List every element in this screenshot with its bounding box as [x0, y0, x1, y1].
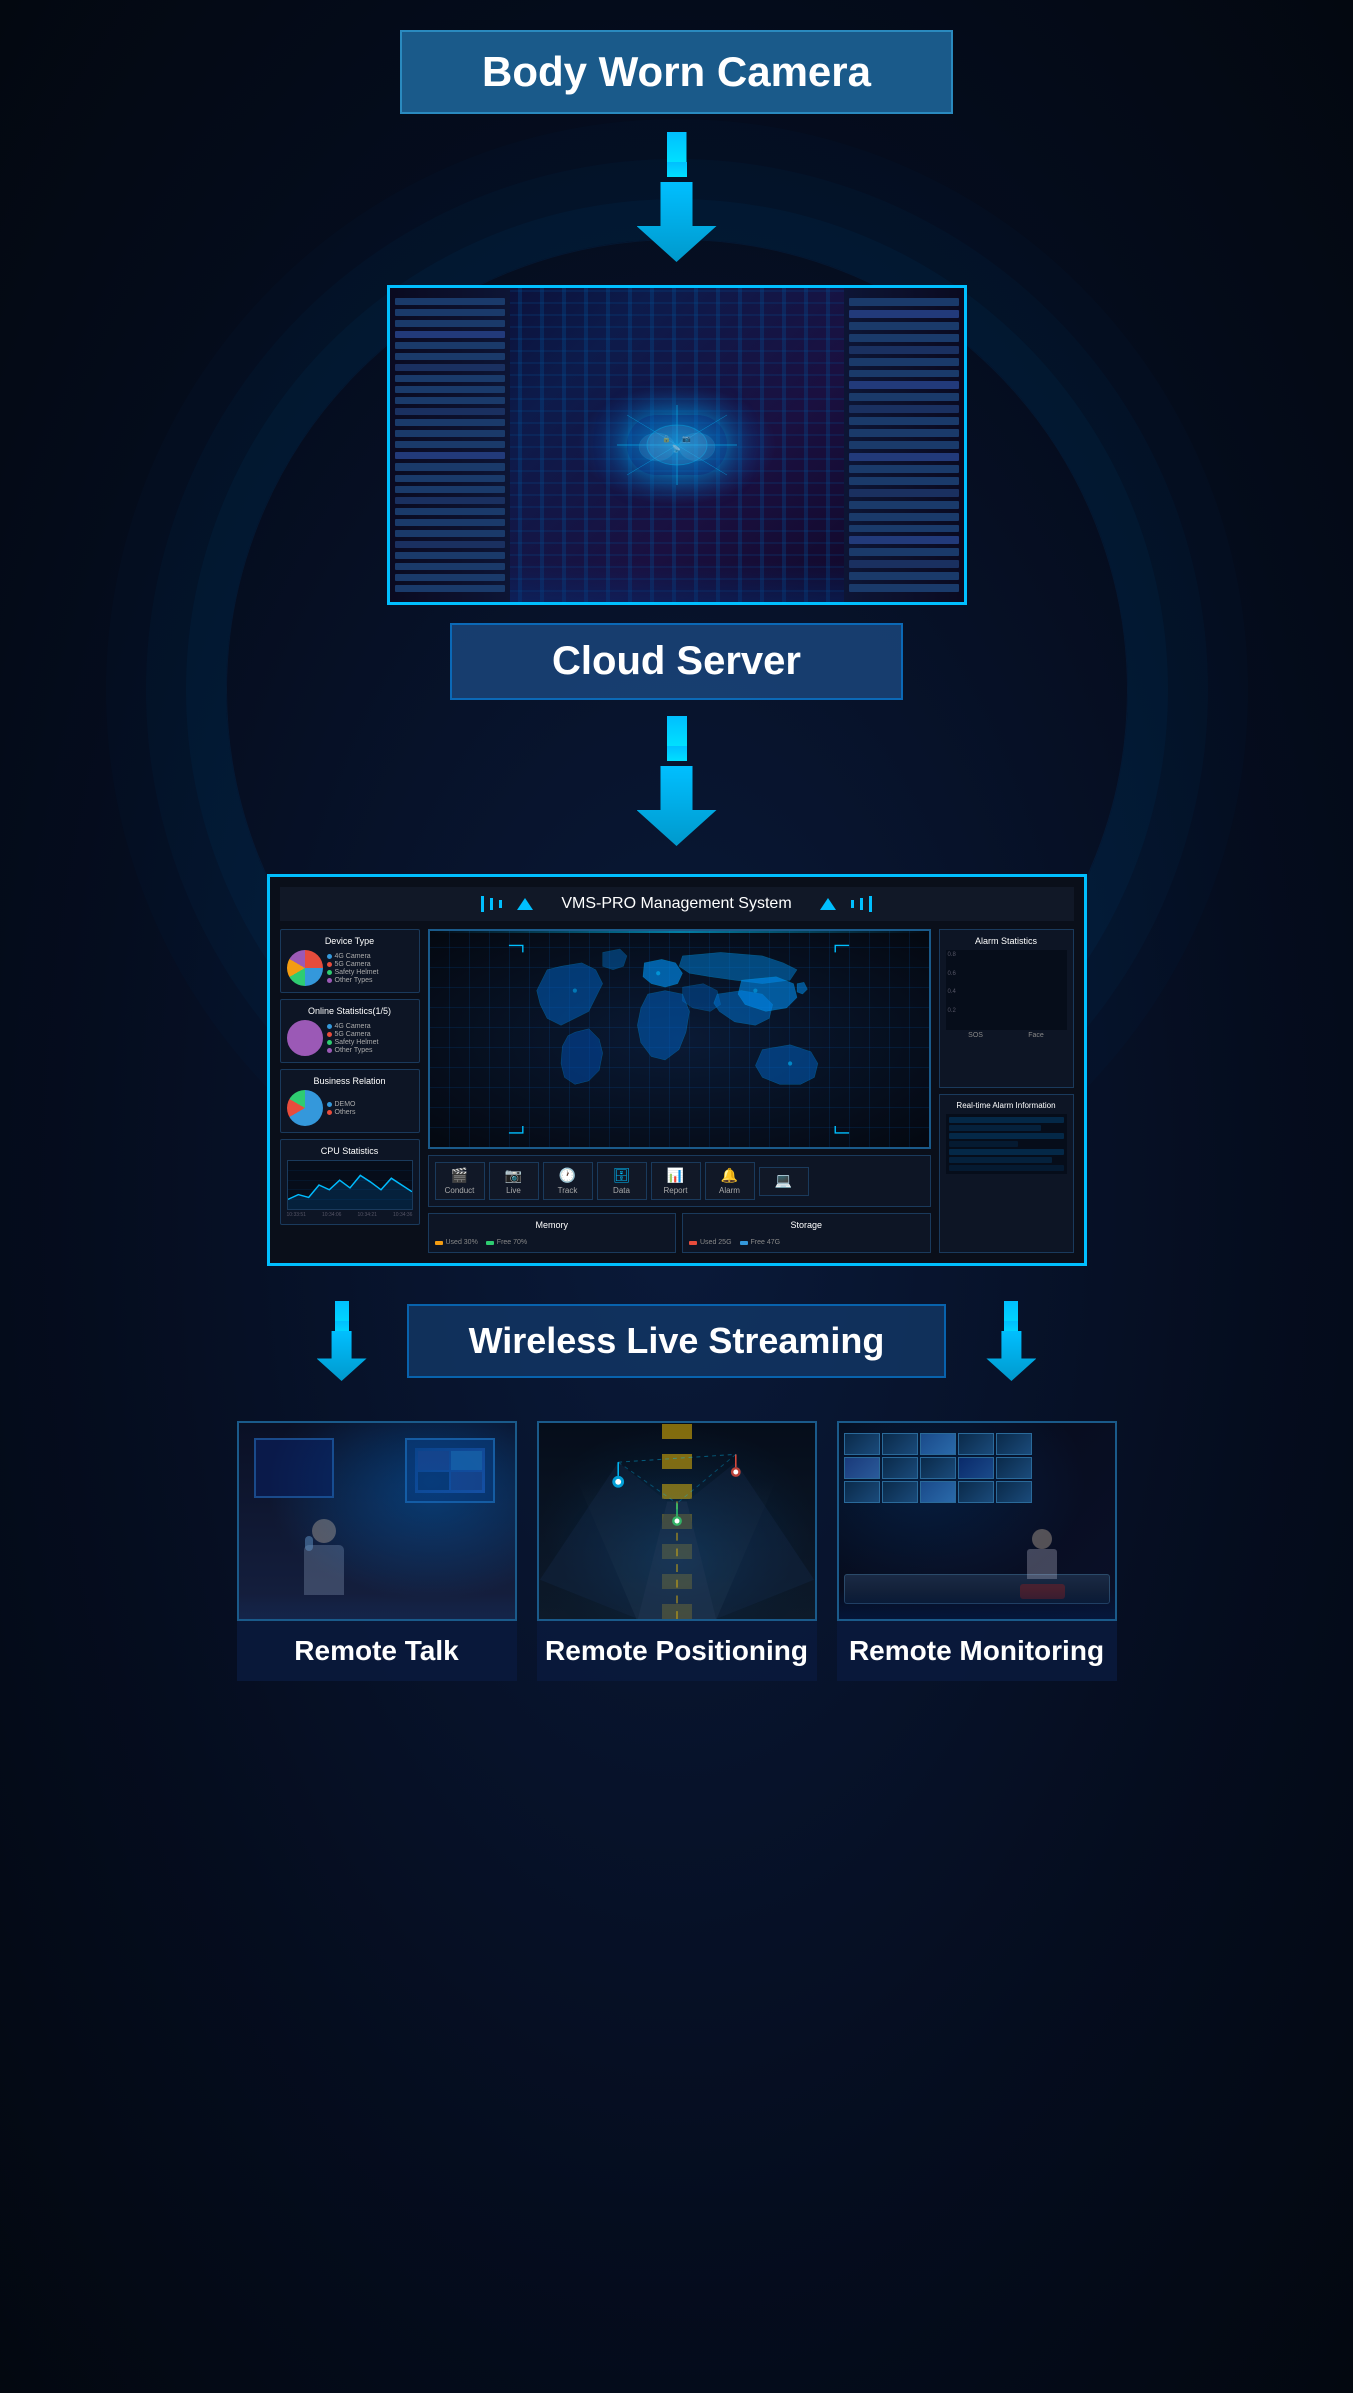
storage-free-legend: Free 47G: [740, 1239, 781, 1246]
vms-header: VMS-PRO Management System: [280, 887, 1074, 921]
cpu-statistics-title: CPU Statistics: [287, 1146, 413, 1156]
monitor-button[interactable]: 💻: [759, 1167, 809, 1196]
remote-positioning-label-box: Remote Positioning: [537, 1621, 817, 1681]
remote-positioning-card: Remote Positioning: [537, 1421, 817, 1681]
data-icon: 🗄: [613, 1167, 631, 1184]
cloud-server-label: Cloud Server: [552, 639, 801, 683]
alarm-labels: SOS Face: [946, 1032, 1067, 1039]
storage-title: Storage: [689, 1220, 924, 1230]
live-icon: 📷: [505, 1167, 522, 1184]
device-type-title: Device Type: [287, 936, 413, 946]
memory-free-legend: Free 70%: [486, 1239, 527, 1246]
business-relation-panel: Business Relation DEMO Others: [280, 1069, 420, 1133]
server-image: 🔒 📡 📷: [387, 285, 967, 605]
online-statistics-pie: [287, 1020, 323, 1056]
device-type-panel: Device Type 4G Camera 5G Camera Safety H…: [280, 929, 420, 993]
realtime-alarm-content: [946, 1114, 1067, 1174]
business-relation-legend: DEMO Others: [327, 1101, 356, 1116]
arrow-down-2: [637, 716, 717, 851]
alarm-statistics-panel: Alarm Statistics 0.8 0.6 0.4 0.2: [939, 929, 1074, 1088]
storage-used-legend: Used 25G: [689, 1239, 732, 1246]
alarm-statistics-title: Alarm Statistics: [946, 936, 1067, 946]
report-icon: 📊: [667, 1167, 684, 1184]
bottom-cards: Remote Talk: [237, 1421, 1117, 1681]
data-button[interactable]: 🗄 Data: [597, 1162, 647, 1200]
conduct-label: Conduct: [445, 1186, 475, 1195]
remote-monitoring-label-box: Remote Monitoring: [837, 1621, 1117, 1681]
wireless-label-box: Wireless Live Streaming: [407, 1304, 947, 1378]
track-label: Track: [558, 1186, 578, 1195]
world-map: [428, 929, 931, 1149]
remote-monitoring-label: Remote Monitoring: [849, 1635, 1104, 1666]
device-type-legend: 4G Camera 5G Camera Safety Helmet Other …: [327, 953, 379, 984]
remote-talk-image: [237, 1421, 517, 1621]
vms-right-panel: Alarm Statistics 0.8 0.6 0.4 0.2: [939, 929, 1074, 1253]
vms-dashboard: VMS-PRO Management System Device Type: [267, 874, 1087, 1266]
report-label: Report: [663, 1186, 687, 1195]
cpu-statistics-panel: CPU Statistics: [280, 1139, 420, 1225]
vms-left-panel: Device Type 4G Camera 5G Camera Safety H…: [280, 929, 420, 1253]
business-relation-title: Business Relation: [287, 1076, 413, 1086]
memory-used-legend: Used 30%: [435, 1239, 478, 1246]
realtime-alarm-panel: Real-time Alarm Information: [939, 1094, 1074, 1253]
remote-talk-label-box: Remote Talk: [237, 1621, 517, 1681]
online-statistics-legend: 4G Camera 5G Camera Safety Helmet Other …: [327, 1023, 379, 1054]
track-button[interactable]: 🕐 Track: [543, 1162, 593, 1200]
memory-title: Memory: [435, 1220, 670, 1230]
vms-title: VMS-PRO Management System: [561, 895, 791, 913]
alarm-label: Alarm: [719, 1186, 740, 1195]
svg-text:📷: 📷: [682, 435, 691, 443]
vms-stats-bar: Memory Used 30%: [428, 1213, 931, 1253]
body-worn-camera-title: Body Worn Camera: [482, 48, 871, 95]
data-label: Data: [613, 1186, 630, 1195]
live-label: Live: [506, 1186, 521, 1195]
memory-card: Memory Used 30%: [428, 1213, 677, 1253]
remote-talk-label: Remote Talk: [294, 1635, 458, 1666]
realtime-alarm-title: Real-time Alarm Information: [946, 1101, 1067, 1110]
live-button[interactable]: 📷 Live: [489, 1162, 539, 1200]
monitor-icon: 💻: [775, 1172, 792, 1189]
remote-positioning-label: Remote Positioning: [545, 1635, 808, 1666]
body-worn-camera-title-box: Body Worn Camera: [400, 30, 953, 114]
wireless-section: Wireless Live Streaming: [20, 1301, 1333, 1381]
alarm-chart: 0.8 0.6 0.4 0.2: [946, 950, 1067, 1030]
cloud-server-label-box: Cloud Server: [450, 623, 903, 700]
arrow-left-wireless: [317, 1301, 367, 1381]
svg-text:📡: 📡: [672, 444, 681, 453]
remote-monitoring-image: [837, 1421, 1117, 1621]
arrow-right-wireless: [986, 1301, 1036, 1381]
alarm-icon: 🔔: [721, 1167, 738, 1184]
alarm-button[interactable]: 🔔 Alarm: [705, 1162, 755, 1200]
business-relation-pie: [287, 1090, 323, 1126]
svg-text:🔒: 🔒: [662, 435, 671, 443]
cpu-chart: [287, 1160, 413, 1210]
conduct-button[interactable]: 🎬 Conduct: [435, 1162, 485, 1200]
remote-positioning-image: [537, 1421, 817, 1621]
conduct-icon: 🎬: [451, 1167, 468, 1184]
online-statistics-panel: Online Statistics(1/5) 4G Camera 5G Came…: [280, 999, 420, 1063]
wireless-label: Wireless Live Streaming: [469, 1320, 885, 1361]
arrow-down-1: [637, 132, 717, 267]
vms-center-panel: 🎬 Conduct 📷 Live 🕐 Track 🗄 Data: [428, 929, 931, 1253]
vms-toolbar: 🎬 Conduct 📷 Live 🕐 Track 🗄 Data: [428, 1155, 931, 1207]
device-type-pie: [287, 950, 323, 986]
storage-card: Storage Used 25G: [682, 1213, 931, 1253]
report-button[interactable]: 📊 Report: [651, 1162, 701, 1200]
screen-wall: [844, 1433, 1032, 1503]
remote-talk-card: Remote Talk: [237, 1421, 517, 1681]
remote-monitoring-card: Remote Monitoring: [837, 1421, 1117, 1681]
track-icon: 🕐: [559, 1167, 576, 1184]
online-statistics-title: Online Statistics(1/5): [287, 1006, 413, 1016]
